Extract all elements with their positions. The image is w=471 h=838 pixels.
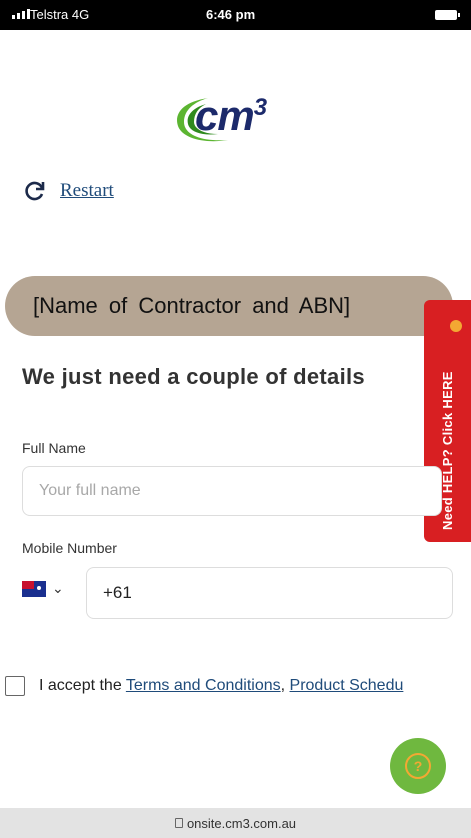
cm3-logo: cm3 [170, 92, 310, 148]
accept-terms-checkbox[interactable] [5, 676, 25, 696]
accept-text: I accept the Terms and Conditions, Produ… [39, 677, 404, 694]
battery-icon [435, 10, 460, 20]
restart-label[interactable]: Restart [60, 180, 114, 202]
terms-link[interactable]: Terms and Conditions [126, 677, 281, 694]
lock-icon [174, 818, 183, 828]
question-icon: ? [405, 753, 431, 779]
refresh-icon [25, 181, 45, 201]
mobile-number-input[interactable] [86, 567, 453, 619]
help-badge-icon [450, 320, 462, 332]
clock: 6:46 pm [206, 7, 256, 22]
carrier-label: Telstra 4G [30, 7, 90, 22]
contractor-banner: [Name of Contractor and ABN] [5, 276, 453, 336]
mobile-number-label: Mobile Number [22, 540, 117, 556]
form-heading: We just need a couple of details [22, 364, 365, 389]
chevron-down-icon: ⌄ [52, 580, 64, 596]
country-code-select[interactable]: ⌄ [22, 580, 64, 597]
full-name-label: Full Name [22, 440, 86, 456]
full-name-input[interactable] [22, 466, 442, 516]
signal-icon [12, 9, 30, 19]
help-fab-button[interactable]: ? [390, 738, 446, 794]
terms-acceptance-row: I accept the Terms and Conditions, Produ… [5, 676, 403, 696]
restart-link[interactable]: Restart [24, 180, 114, 202]
url-text: onsite.cm3.com.au [186, 815, 297, 831]
australia-flag-icon [22, 580, 46, 597]
logo-text: cm3 [195, 92, 267, 139]
product-schedule-link[interactable]: Product Schedu [290, 677, 404, 694]
need-help-label: Need HELP? Click HERE [440, 371, 455, 530]
url-bar[interactable]: onsite.cm3.com.au [0, 808, 471, 838]
status-bar: Telstra 4G 6:46 pm [0, 0, 471, 30]
